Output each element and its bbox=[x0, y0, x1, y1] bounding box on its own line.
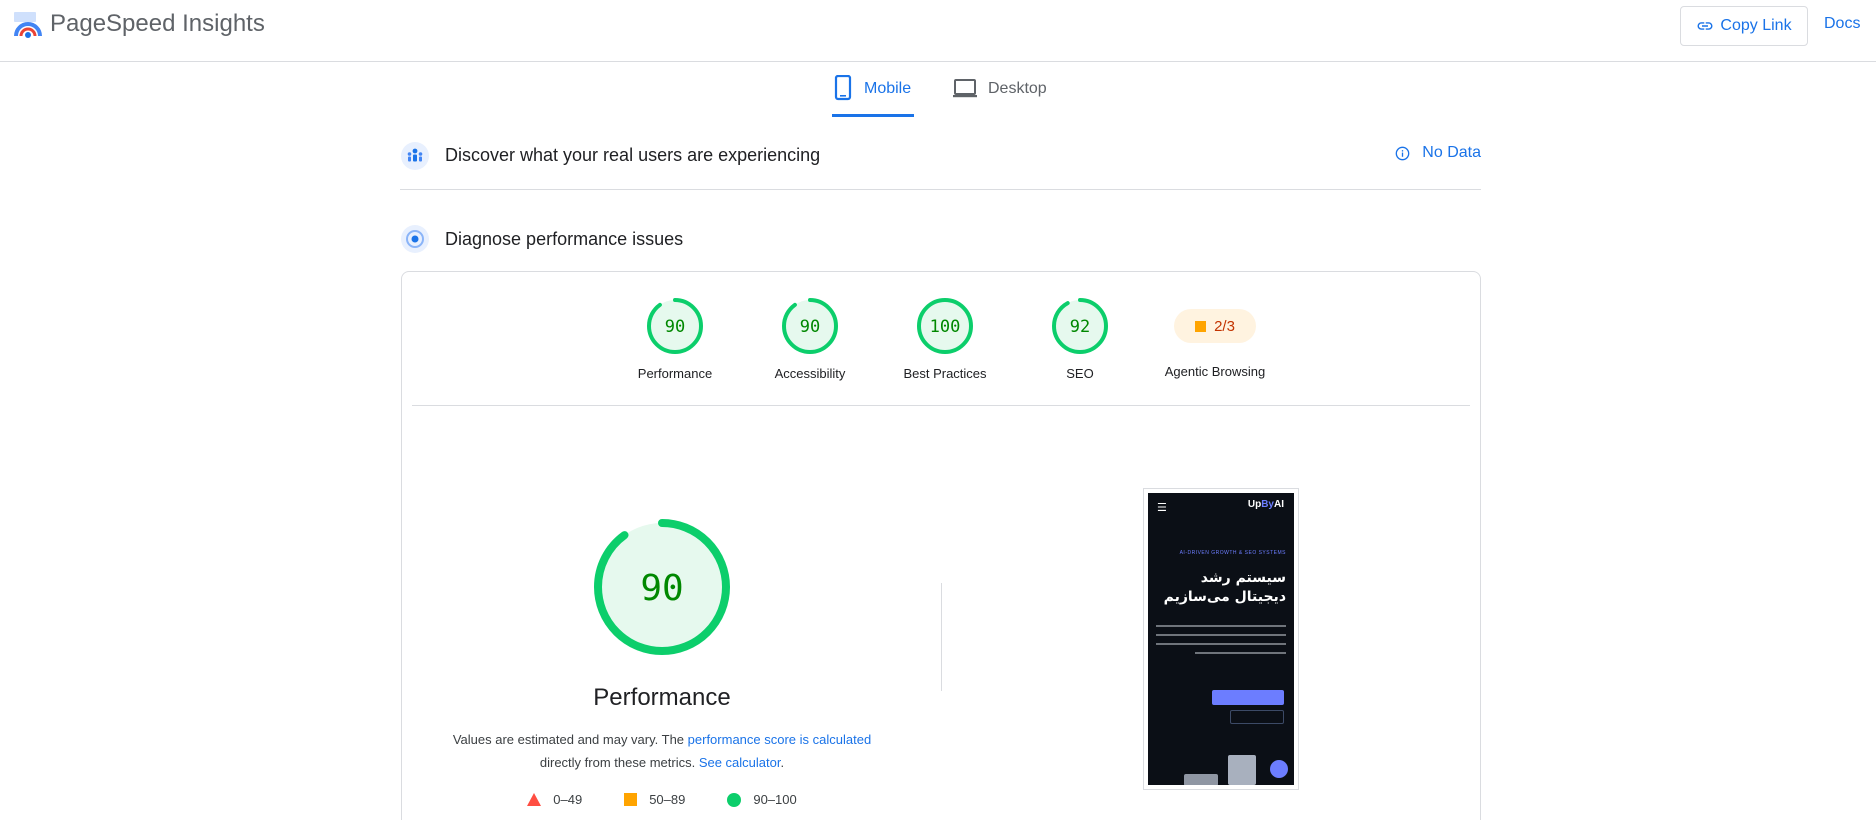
smartphone-icon bbox=[834, 75, 852, 101]
tab-desktop-label: Desktop bbox=[988, 80, 1047, 97]
text-line bbox=[1195, 652, 1286, 654]
docs-link[interactable]: Docs bbox=[1824, 15, 1860, 33]
legend-average: 50–89 bbox=[624, 792, 685, 807]
gauge-ring: 90 bbox=[647, 298, 703, 354]
hamburger-menu-icon: ☰ bbox=[1157, 502, 1167, 514]
legend-pass-label: 90–100 bbox=[753, 792, 797, 807]
performance-big-gauge: 90 bbox=[594, 519, 730, 655]
gauge-ring: 100 bbox=[917, 298, 973, 354]
lab-data-section: Diagnose performance issues bbox=[400, 217, 1481, 261]
text-line bbox=[1156, 625, 1286, 627]
no-data-link[interactable]: No Data bbox=[1395, 144, 1481, 162]
gauge-ring: 92 bbox=[1052, 298, 1108, 354]
note-suffix: . bbox=[780, 755, 785, 770]
fail-triangle-icon bbox=[527, 793, 542, 806]
see-calculator-link[interactable]: See calculator bbox=[699, 755, 781, 770]
gauge-best-practices[interactable]: 100 Best Practices bbox=[875, 297, 1015, 381]
text-line bbox=[1156, 643, 1286, 645]
gauge-accessibility[interactable]: 90 Accessibility bbox=[740, 297, 880, 381]
gauge-agentic-browsing[interactable]: 2/3 Agentic Browsing bbox=[1145, 297, 1285, 379]
brand-prefix: Up bbox=[1247, 499, 1262, 510]
field-data-section: Discover what your real users are experi… bbox=[400, 134, 1481, 190]
gauge-value: 90 bbox=[800, 317, 820, 337]
gauge-value: 92 bbox=[1070, 317, 1090, 337]
average-square-icon bbox=[1195, 320, 1207, 332]
agentic-score-pill: 2/3 bbox=[1174, 309, 1256, 343]
gauge-label: Agentic Browsing bbox=[1164, 364, 1266, 379]
thumbnail-image bbox=[1228, 755, 1256, 785]
page-screenshot-thumbnail[interactable]: ☰ UpByAI AI-DRIVEN GROWTH & SEO SYSTEMS … bbox=[1143, 488, 1299, 790]
gauge-label: SEO bbox=[1066, 366, 1094, 381]
gauge-ring: 90 bbox=[782, 298, 838, 354]
score-legend: 0–49 50–89 90–100 bbox=[402, 792, 922, 807]
gauge-value: 90 bbox=[665, 317, 685, 337]
score-note: Values are estimated and may vary. The p… bbox=[402, 728, 922, 774]
text-line bbox=[1156, 634, 1286, 636]
performance-title: Performance bbox=[593, 684, 731, 711]
gauge-value: 100 bbox=[930, 317, 961, 337]
gauge-label: Performance bbox=[637, 366, 713, 381]
score-gauges: 90 Performance 90 Accessibility 100 Best… bbox=[402, 272, 1480, 407]
chat-bubble-icon bbox=[1270, 760, 1288, 778]
score-calculated-link[interactable]: performance score is calculated bbox=[688, 732, 872, 747]
lab-data-title: Diagnose performance issues bbox=[445, 228, 684, 249]
brand-suffix: AI bbox=[1274, 499, 1284, 510]
laptop-icon bbox=[953, 79, 977, 98]
link-icon bbox=[1697, 22, 1713, 30]
gauge-performance[interactable]: 90 Performance bbox=[605, 297, 745, 381]
thumbnail-secondary-button bbox=[1230, 710, 1284, 724]
gauge-seo[interactable]: 92 SEO bbox=[1010, 297, 1150, 381]
note-mid: directly from these metrics. bbox=[539, 755, 699, 770]
thumbnail-kicker: AI-DRIVEN GROWTH & SEO SYSTEMS bbox=[1179, 550, 1286, 556]
thumbnail-headline: سیستم رشد دیجیتال می‌سازیم bbox=[1163, 570, 1286, 605]
thumbnail-brand: UpByAI bbox=[1248, 499, 1284, 510]
copy-link-button[interactable]: Copy Link bbox=[1680, 6, 1808, 46]
no-data-label: No Data bbox=[1422, 144, 1481, 161]
gauges-divider bbox=[412, 405, 1470, 406]
diagnose-icon bbox=[401, 225, 429, 253]
vertical-divider bbox=[941, 583, 942, 691]
average-square-icon bbox=[624, 793, 638, 806]
users-icon bbox=[401, 141, 429, 170]
pass-circle-icon bbox=[727, 792, 742, 807]
thumbnail-primary-button bbox=[1212, 690, 1284, 705]
gauge-label: Best Practices bbox=[903, 366, 987, 381]
legend-pass: 90–100 bbox=[727, 792, 797, 807]
legend-average-label: 50–89 bbox=[649, 792, 686, 807]
brand-mid: By bbox=[1261, 499, 1274, 510]
top-header: PageSpeed Insights Copy Link Docs bbox=[0, 0, 1876, 62]
tab-mobile[interactable]: Mobile bbox=[832, 75, 914, 117]
field-data-title: Discover what your real users are experi… bbox=[445, 145, 821, 165]
legend-fail-label: 0–49 bbox=[553, 792, 583, 807]
agentic-value: 2/3 bbox=[1214, 317, 1235, 335]
tab-desktop[interactable]: Desktop bbox=[952, 75, 1047, 117]
info-icon[interactable] bbox=[1395, 146, 1410, 161]
thumbnail-paragraph bbox=[1156, 625, 1286, 661]
legend-fail: 0–49 bbox=[527, 792, 582, 807]
big-gauge-value: 90 bbox=[640, 568, 683, 609]
thumbnail-image bbox=[1184, 774, 1218, 785]
note-prefix: Values are estimated and may vary. The bbox=[452, 732, 688, 747]
gauge-label: Accessibility bbox=[774, 366, 846, 381]
pagespeed-logo-icon[interactable] bbox=[12, 10, 44, 42]
copy-link-label: Copy Link bbox=[1720, 17, 1792, 34]
app-title[interactable]: PageSpeed Insights bbox=[50, 10, 265, 38]
thumbnail-content: ☰ UpByAI AI-DRIVEN GROWTH & SEO SYSTEMS … bbox=[1148, 493, 1294, 785]
lab-results-card: 90 Performance 90 Accessibility 100 Best… bbox=[401, 271, 1481, 820]
tab-mobile-label: Mobile bbox=[864, 80, 912, 97]
